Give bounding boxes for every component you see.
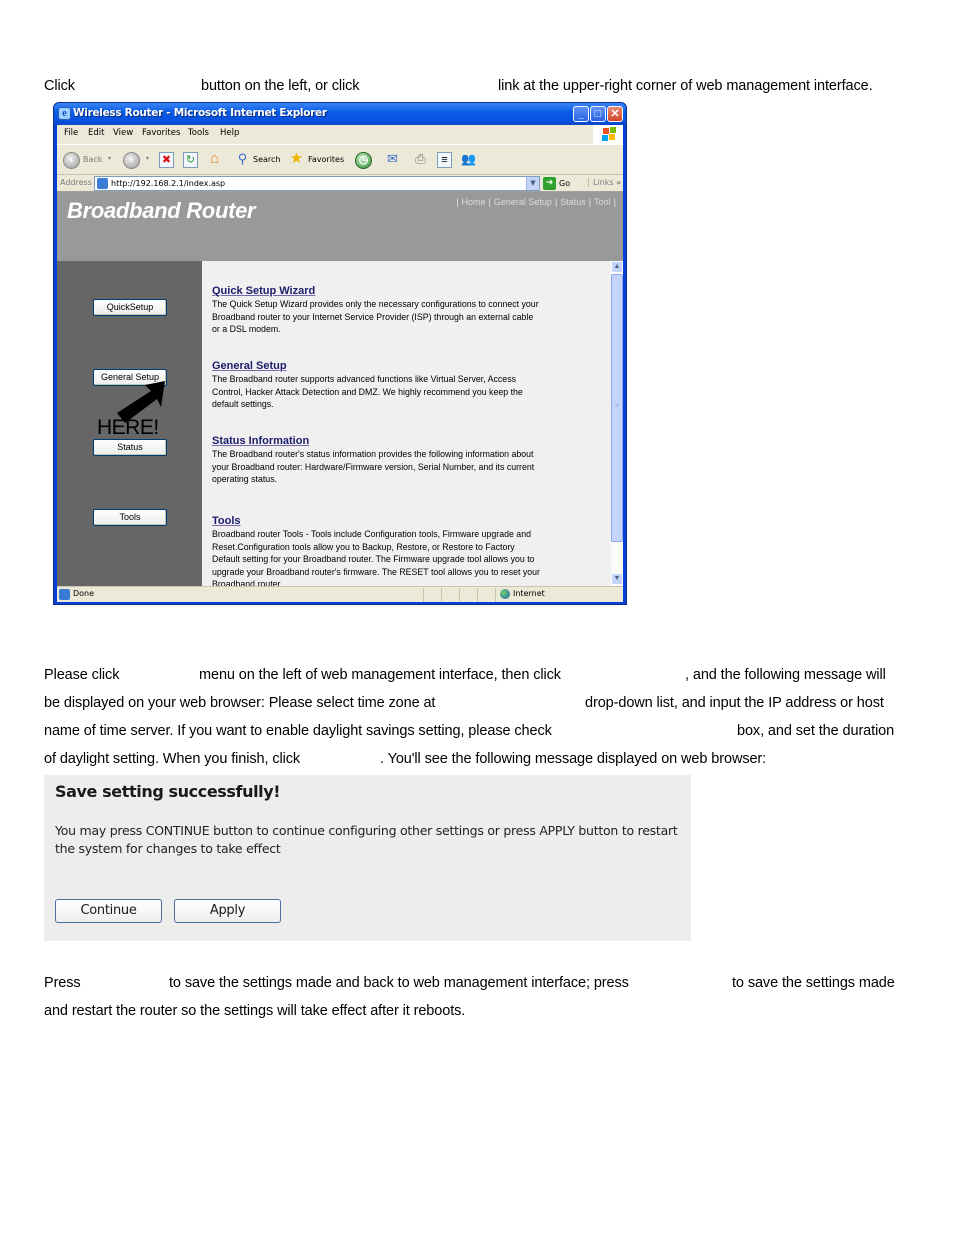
scroll-down-icon[interactable]: ▼ [611, 573, 623, 585]
mail-icon[interactable]: ✉ [385, 152, 400, 168]
topnav-status[interactable]: Status [560, 197, 586, 207]
intro-text: button on the left, or click [201, 78, 360, 94]
topnav-general-setup[interactable]: General Setup [494, 197, 552, 207]
menu-help[interactable]: Help [220, 128, 239, 138]
messenger-icon[interactable]: 👥 [461, 152, 476, 168]
top-navigation: | Home | General Setup | Status | Tool | [456, 197, 616, 207]
window-title: Wireless Router - Microsoft Internet Exp… [73, 107, 327, 119]
page-icon [97, 178, 108, 189]
back-icon[interactable]: ‹ [63, 152, 80, 169]
instruction-text: drop-down list, and input the IP address… [585, 695, 884, 711]
left-menu: QuickSetup General Setup HERE! Status To… [57, 261, 202, 586]
address-input[interactable]: http://192.168.2.1/index.asp ▼ [94, 176, 540, 191]
favorites-icon[interactable]: ★ [289, 151, 304, 168]
instruction-text: box, and set the duration [737, 723, 895, 739]
scroll-thumb[interactable]: ≡ [611, 274, 623, 542]
refresh-icon[interactable]: ↻ [183, 152, 198, 168]
instruction-text: . You'll see the following message displ… [380, 751, 767, 767]
menu-file[interactable]: File [64, 128, 78, 138]
apply-button[interactable]: Apply [174, 899, 281, 923]
section-title-quick-setup[interactable]: Quick Setup Wizard [212, 285, 315, 297]
intro-text: link at the upper-right corner of web ma… [498, 78, 873, 94]
content-pane: Quick Setup Wizard The Quick Setup Wizar… [202, 261, 611, 586]
minimize-button[interactable]: _ [573, 106, 589, 122]
home-icon[interactable]: ⌂ [207, 151, 222, 168]
instruction-text: menu on the left of web management inter… [199, 667, 561, 683]
toolbar: ‹ Back ▾ › ▾ ✖ ↻ ⌂ ⚲ Search ★ Favorites … [57, 144, 623, 175]
close-button[interactable]: ✕ [607, 106, 623, 122]
here-annotation: HERE! [97, 416, 159, 439]
intro-text: Click [44, 78, 75, 94]
menu-bar: File Edit View Favorites Tools Help [57, 125, 623, 144]
save-message: You may press CONTINUE button to continu… [55, 823, 678, 856]
address-value: http://192.168.2.1/index.asp [111, 179, 226, 188]
security-zone: Internet [513, 589, 545, 598]
quicksetup-button[interactable]: QuickSetup [93, 299, 167, 316]
back-button-label[interactable]: Back [83, 155, 102, 175]
instruction-text: be displayed on your web browser: Please… [44, 695, 436, 711]
forward-icon[interactable]: › [123, 152, 140, 169]
ie-icon: e [58, 107, 71, 120]
router-banner: Broadband Router | Home | General Setup | Sta… [57, 192, 623, 261]
save-title: Save setting successfully! [55, 782, 281, 801]
section-desc: The Quick Setup Wizard provides only the… [212, 299, 539, 334]
menu-tools[interactable]: Tools [188, 128, 209, 138]
instruction-text: Please click [44, 667, 120, 683]
page-viewport: Broadband Router | Home | General Setup | Sta… [57, 192, 623, 586]
menu-edit[interactable]: Edit [88, 128, 104, 138]
address-bar: Address http://192.168.2.1/index.asp ▼ ➔… [57, 175, 623, 192]
tools-button[interactable]: Tools [93, 509, 167, 526]
section-title-tools[interactable]: Tools [212, 515, 241, 527]
continue-button[interactable]: Continue [55, 899, 162, 923]
edit-icon[interactable]: ≡ [437, 152, 452, 168]
forward-dropdown-icon[interactable]: ▾ [146, 155, 149, 175]
stop-icon[interactable]: ✖ [159, 152, 174, 168]
scroll-up-icon[interactable]: ▲ [611, 261, 623, 273]
section-title-status[interactable]: Status Information [212, 435, 309, 447]
page-icon [59, 589, 70, 600]
history-icon[interactable]: ◷ [355, 152, 372, 169]
links-label: Links [593, 178, 614, 187]
links-chevron-icon: » [616, 178, 622, 187]
status-button[interactable]: Status [93, 439, 167, 456]
favorites-button-label[interactable]: Favorites [308, 155, 344, 175]
footer-text: to save the settings made and back to we… [169, 975, 629, 991]
save-success-panel: Save setting successfully! You may press… [44, 775, 691, 941]
menu-favorites[interactable]: Favorites [142, 128, 180, 138]
brand-title: Broadband Router [67, 198, 256, 223]
search-button-label[interactable]: Search [253, 155, 280, 175]
instruction-text: , and the following message will [685, 667, 886, 683]
section-desc: The Broadband router supports advanced f… [212, 374, 523, 409]
topnav-tool[interactable]: Tool [594, 197, 611, 207]
browser-window: e Wireless Router - Microsoft Internet E… [53, 102, 627, 605]
vertical-scrollbar[interactable]: ▲ ≡ ▼ [611, 261, 623, 586]
section-desc: The Broadband router's status informatio… [212, 449, 535, 484]
address-label: Address [60, 178, 92, 187]
title-bar[interactable]: e Wireless Router - Microsoft Internet E… [54, 103, 626, 125]
maximize-button[interactable]: □ [590, 106, 606, 122]
go-label: Go [559, 179, 571, 188]
footer-text: Press [44, 975, 81, 991]
links-button[interactable]: Links » [588, 178, 621, 187]
menu-view[interactable]: View [113, 128, 133, 138]
status-text: Done [73, 589, 95, 598]
instruction-text: of daylight setting. When you finish, cl… [44, 751, 301, 767]
status-bar: Done Internet [57, 586, 623, 602]
go-arrow-icon: ➔ [543, 177, 556, 190]
section-desc: Broadband router Tools - Tools include C… [212, 529, 540, 586]
footer-text: to save the settings made [732, 975, 895, 991]
instruction-text: name of time server. If you want to enab… [44, 723, 552, 739]
internet-zone-icon [500, 589, 510, 599]
address-dropdown-icon[interactable]: ▼ [526, 177, 539, 190]
footer-text: and restart the router so the settings w… [44, 1003, 466, 1019]
topnav-home[interactable]: Home [462, 197, 486, 207]
back-dropdown-icon[interactable]: ▾ [108, 155, 111, 175]
go-button[interactable]: ➔ Go [543, 176, 570, 191]
section-title-general-setup[interactable]: General Setup [212, 360, 287, 372]
windows-logo-icon [593, 125, 623, 144]
search-icon[interactable]: ⚲ [235, 152, 250, 168]
print-icon[interactable]: ⎙ [413, 152, 428, 168]
